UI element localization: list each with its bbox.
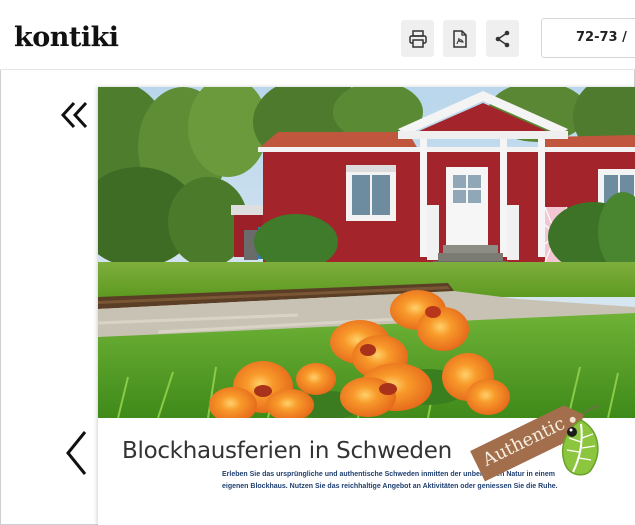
pdf-button[interactable]: [443, 20, 476, 57]
share-icon: [495, 30, 509, 47]
double-chevron-left-icon: [60, 101, 88, 129]
print-button[interactable]: [401, 20, 434, 57]
swedish-cabin-photo: [98, 87, 635, 418]
pdf-icon: [452, 29, 467, 48]
article-description-line-2: eigenen Blockhaus. Nutzen Sie das reichh…: [222, 483, 558, 490]
article-headline: Blockhausferien in Schweden: [122, 438, 452, 464]
first-page-button[interactable]: [58, 95, 92, 135]
share-button[interactable]: [486, 20, 519, 57]
leaf-icon: [561, 419, 599, 476]
print-icon: [408, 29, 427, 48]
previous-page-button[interactable]: [60, 428, 92, 478]
article-description-line-1: Erleben Sie das ursprüngliche und authen…: [222, 471, 555, 478]
page-number-field[interactable]: 72-73 /: [541, 18, 635, 58]
kontiki-logo[interactable]: kontiki: [14, 22, 119, 53]
top-bar: kontiki 72-73 /: [0, 0, 635, 70]
chevron-left-icon: [66, 431, 87, 475]
